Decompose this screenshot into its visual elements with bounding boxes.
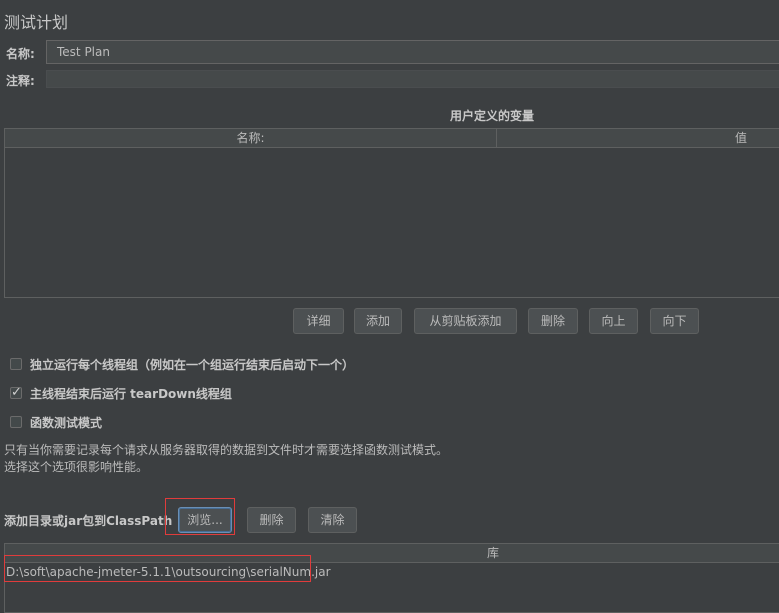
run-groups-consecutively-label[interactable]: 独立运行每个线程组（例如在一个组运行结束后启动下一个） xyxy=(30,356,354,373)
comment-input[interactable] xyxy=(46,70,779,88)
delete-classpath-button[interactable]: 删除 xyxy=(247,507,296,533)
variables-section-title: 用户定义的变量 xyxy=(450,109,535,123)
functional-mode-note-line-1: 只有当你需要记录每个请求从服务器取得的数据到文件时才需要选择函数测试模式。 xyxy=(4,443,449,457)
column-header-library[interactable]: 库 xyxy=(5,544,779,562)
column-header-name[interactable]: 名称: xyxy=(5,129,496,147)
functional-test-mode-checkbox[interactable] xyxy=(10,416,22,428)
browse-button[interactable]: 浏览... xyxy=(178,507,232,533)
name-label: 名称: xyxy=(6,47,35,61)
move-up-button[interactable]: 向上 xyxy=(589,308,638,334)
teardown-after-shutdown-checkbox[interactable] xyxy=(10,385,22,400)
move-down-button[interactable]: 向下 xyxy=(650,308,699,334)
classpath-row[interactable]: D:\soft\apache-jmeter-5.1.1\outsourcing\… xyxy=(6,563,331,581)
functional-test-mode-label[interactable]: 函数测试模式 xyxy=(30,414,102,431)
variables-table-header: 名称: 值 xyxy=(5,129,779,148)
comment-label: 注释: xyxy=(6,74,35,88)
add-from-clipboard-button[interactable]: 从剪贴板添加 xyxy=(414,308,517,334)
clear-classpath-button[interactable]: 清除 xyxy=(308,507,357,533)
details-button[interactable]: 详细 xyxy=(293,308,344,334)
name-input[interactable]: Test Plan xyxy=(46,40,779,64)
delete-variable-button[interactable]: 删除 xyxy=(528,308,578,334)
functional-mode-note-line-2: 选择这个选项很影响性能。 xyxy=(4,460,149,474)
variables-table[interactable]: 名称: 值 xyxy=(4,128,779,298)
classpath-label: 添加目录或jar包到ClassPath xyxy=(4,514,173,528)
column-header-value[interactable]: 值 xyxy=(497,129,779,147)
page-title: 测试计划 xyxy=(4,13,69,32)
teardown-after-shutdown-label[interactable]: 主线程结束后运行 tearDown线程组 xyxy=(30,385,232,402)
classpath-table[interactable]: 库 D:\soft\apache-jmeter-5.1.1\outsourcin… xyxy=(4,543,779,613)
classpath-table-header: 库 xyxy=(5,544,779,563)
run-groups-consecutively-checkbox[interactable] xyxy=(10,358,22,370)
add-button[interactable]: 添加 xyxy=(354,308,402,334)
